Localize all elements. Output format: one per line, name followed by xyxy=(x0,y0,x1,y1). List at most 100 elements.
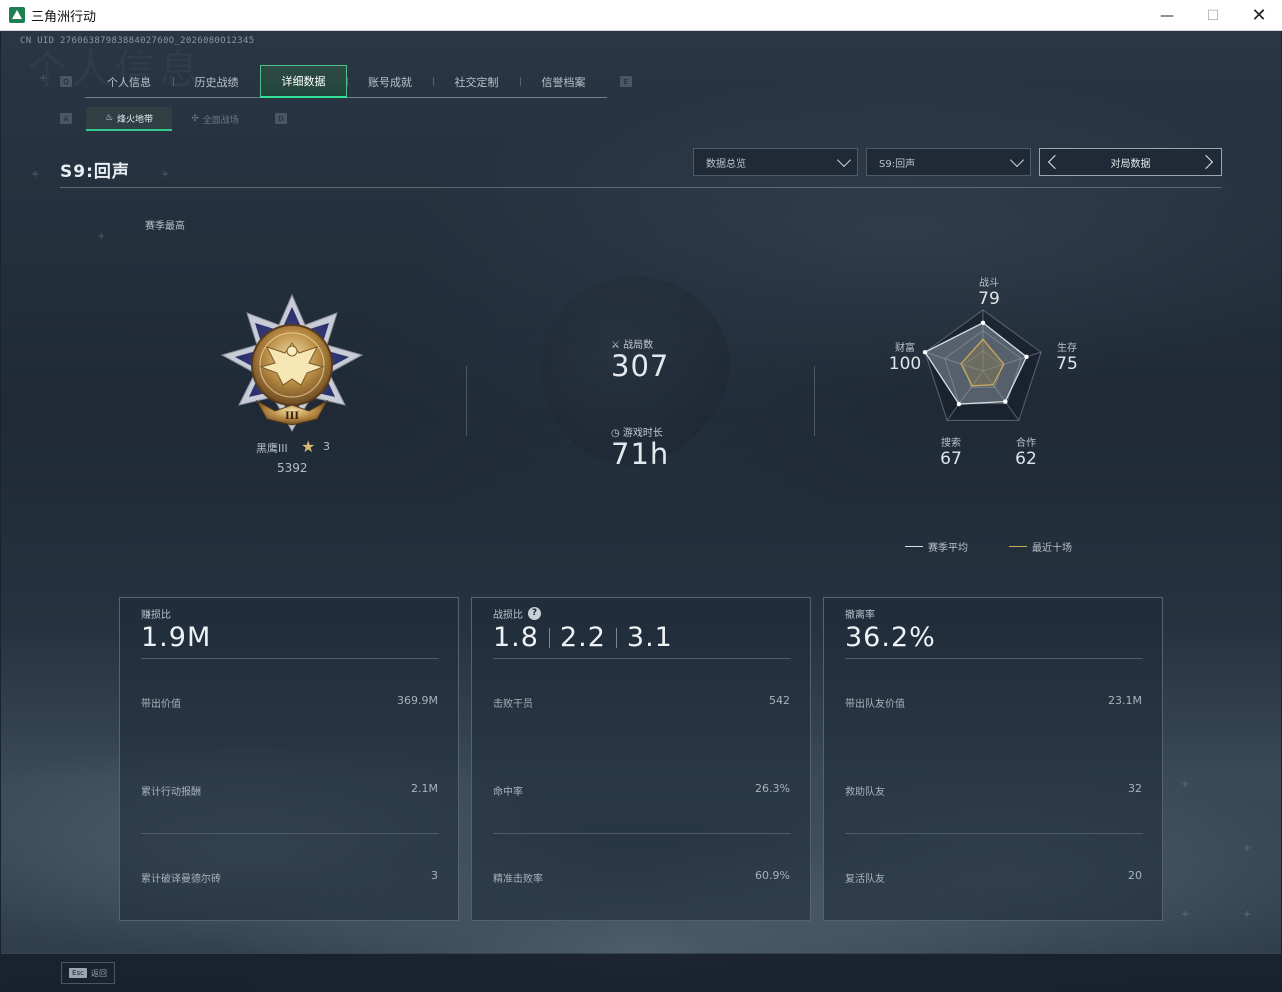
header-divider xyxy=(60,187,1222,188)
chevron-down-icon xyxy=(836,152,852,168)
pager-label: 对局数据 xyxy=(1110,158,1151,170)
main-tab-bar: 个人信息 历史战绩 详细数据 账号成就 社交定制 信誉档案 xyxy=(85,65,607,98)
card-row-label: 带出队友价值 xyxy=(845,699,905,710)
app-logo-icon xyxy=(9,7,25,23)
radar-grid-ring xyxy=(944,330,1022,405)
sub-tab-bar: ♨ 烽火地带 ✣ 全面战场 xyxy=(86,107,258,131)
view-select-value: 数据总览 xyxy=(706,158,746,170)
card-head-label: 战损比 ? xyxy=(493,606,541,621)
tab-detailed-data[interactable]: 详细数据 xyxy=(260,65,347,98)
radar-season-avg-point xyxy=(956,401,962,407)
deco-plus-icon: + xyxy=(97,231,106,242)
card-divider xyxy=(141,658,439,659)
bottom-bar: Esc 返回 xyxy=(1,953,1281,991)
tab-social-custom[interactable]: 社交定制 xyxy=(433,65,520,98)
radar-label-search: 搜索 xyxy=(941,438,961,449)
card-divider xyxy=(845,833,1143,834)
tab-achievements[interactable]: 账号成就 xyxy=(347,65,433,98)
kd-label: 战损比 xyxy=(493,610,523,621)
tab-match-history[interactable]: 历史战绩 xyxy=(173,65,260,98)
playtime-value: 71h xyxy=(611,437,670,471)
deco-plus-icon: + xyxy=(1181,779,1190,790)
radar-label-wealth: 财富 xyxy=(895,343,915,354)
legend-recent-ten: 最近十场 xyxy=(1009,539,1072,554)
tab-prev-key[interactable]: Q xyxy=(60,76,72,87)
card-row-label: 复活队友 xyxy=(845,874,885,885)
radar-grid-ring xyxy=(963,350,1003,388)
match-data-pager: 对局数据 xyxy=(1039,148,1222,176)
card-head-value: 36.2% xyxy=(845,622,936,653)
kd-value-2: 2.2 xyxy=(559,622,606,653)
chevron-left-icon[interactable] xyxy=(1047,154,1063,170)
badge-numeral: III xyxy=(285,411,299,422)
card-row-label: 救助队友 xyxy=(845,787,885,798)
radar-axis-line xyxy=(982,370,1020,421)
kd-value-3: 3.1 xyxy=(626,622,673,653)
card-row-value: 26.3% xyxy=(755,782,790,795)
rank-stars-count: 3 xyxy=(323,440,330,453)
card-row-value: 32 xyxy=(1128,782,1142,795)
extraction-rate-value: 36.2% xyxy=(845,622,936,653)
profit-ratio-value: 1.9M xyxy=(141,622,212,653)
deco-plus-icon: + xyxy=(31,169,40,180)
star-icon: ★ xyxy=(301,437,316,456)
kd-value-1: 1.8 xyxy=(493,622,539,653)
back-button[interactable]: Esc 返回 xyxy=(61,962,115,984)
radar-grid-ring xyxy=(924,309,1042,421)
subtab-battlefield[interactable]: ✣ 全面战场 xyxy=(172,107,258,131)
tab-credit-record[interactable]: 信誉档案 xyxy=(520,65,607,98)
deco-plus-icon: + xyxy=(39,73,48,84)
minimize-button[interactable]: — xyxy=(1144,0,1190,31)
chevron-right-icon[interactable] xyxy=(1198,154,1214,170)
card-row-label: 带出价值 xyxy=(141,699,181,710)
maximize-button[interactable]: ☐ xyxy=(1190,0,1236,31)
card-head-label: 撤离率 xyxy=(845,610,875,621)
rank-badge: III xyxy=(217,293,367,438)
radar-value-combat: 79 xyxy=(978,289,1000,309)
card-head-label: 赚损比 xyxy=(141,610,171,621)
card-row-label: 命中率 xyxy=(493,787,523,798)
radar-value-survival: 75 xyxy=(1056,354,1078,374)
card-divider xyxy=(845,658,1143,659)
value-separator xyxy=(548,627,550,648)
season-best-label: 赛季最高 xyxy=(145,221,185,232)
radar-season-avg-point xyxy=(980,320,986,326)
tab-next-key[interactable]: E xyxy=(620,76,632,87)
rank-score: 5392 xyxy=(277,461,308,475)
battlefield-icon: ✣ xyxy=(191,114,199,124)
card-row-value: 542 xyxy=(769,694,790,707)
profit-card: 赚损比 1.9M 带出价值 369.9M 累计行动报酬 2.1M 累计破译曼德尔… xyxy=(119,597,459,921)
subtab-next-key[interactable]: D xyxy=(275,113,287,124)
radar-season-avg-area xyxy=(924,322,1028,405)
legend-season-avg: 赛季平均 xyxy=(905,539,968,554)
subtab-fire-zone[interactable]: ♨ 烽火地带 xyxy=(86,107,172,131)
close-button[interactable]: ✕ xyxy=(1236,0,1282,31)
radar-recent-ten-area xyxy=(960,338,1005,387)
window-titlebar: 三角洲行动 — ☐ ✕ xyxy=(0,0,1282,31)
extraction-card: 撤离率 36.2% 带出队友价值 23.1M 救助队友 32 复活队友 20 xyxy=(823,597,1163,921)
kd-card: 战损比 ? 1.8 2.2 3.1 击败干员 542 命中率 26.3% 精准击… xyxy=(471,597,811,921)
card-divider xyxy=(493,833,791,834)
window-title: 三角洲行动 xyxy=(31,9,97,25)
card-row-value: 23.1M xyxy=(1108,694,1142,707)
radar-label-teamwork: 合作 xyxy=(1016,438,1036,449)
tab-personal-info[interactable]: 个人信息 xyxy=(85,65,173,98)
back-label: 返回 xyxy=(90,968,107,978)
legend-recent-ten-label: 最近十场 xyxy=(1032,543,1072,554)
radar-value-wealth: 100 xyxy=(888,354,922,374)
fire-zone-icon: ♨ xyxy=(104,113,114,123)
game-view: 个人信息 CN UID 2760638798388402760O_2026080… xyxy=(1,31,1281,991)
season-title: S9:回声 xyxy=(60,162,130,182)
card-row-label: 累计破译曼德尔砖 xyxy=(141,874,221,885)
card-head-value: 1.8 2.2 3.1 xyxy=(493,622,673,653)
card-row-value: 369.9M xyxy=(397,694,438,707)
card-row-label: 累计行动报酬 xyxy=(141,787,201,798)
card-divider xyxy=(141,833,439,834)
section-divider xyxy=(466,366,467,436)
view-select[interactable]: 数据总览 xyxy=(693,148,858,176)
subtab-prev-key[interactable]: A xyxy=(60,113,72,124)
subtab-battlefield-label: 全面战场 xyxy=(202,115,239,126)
season-select[interactable]: S9:回声 xyxy=(866,148,1031,176)
subtab-fire-zone-label: 烽火地带 xyxy=(117,114,154,125)
help-icon[interactable]: ? xyxy=(528,607,541,620)
